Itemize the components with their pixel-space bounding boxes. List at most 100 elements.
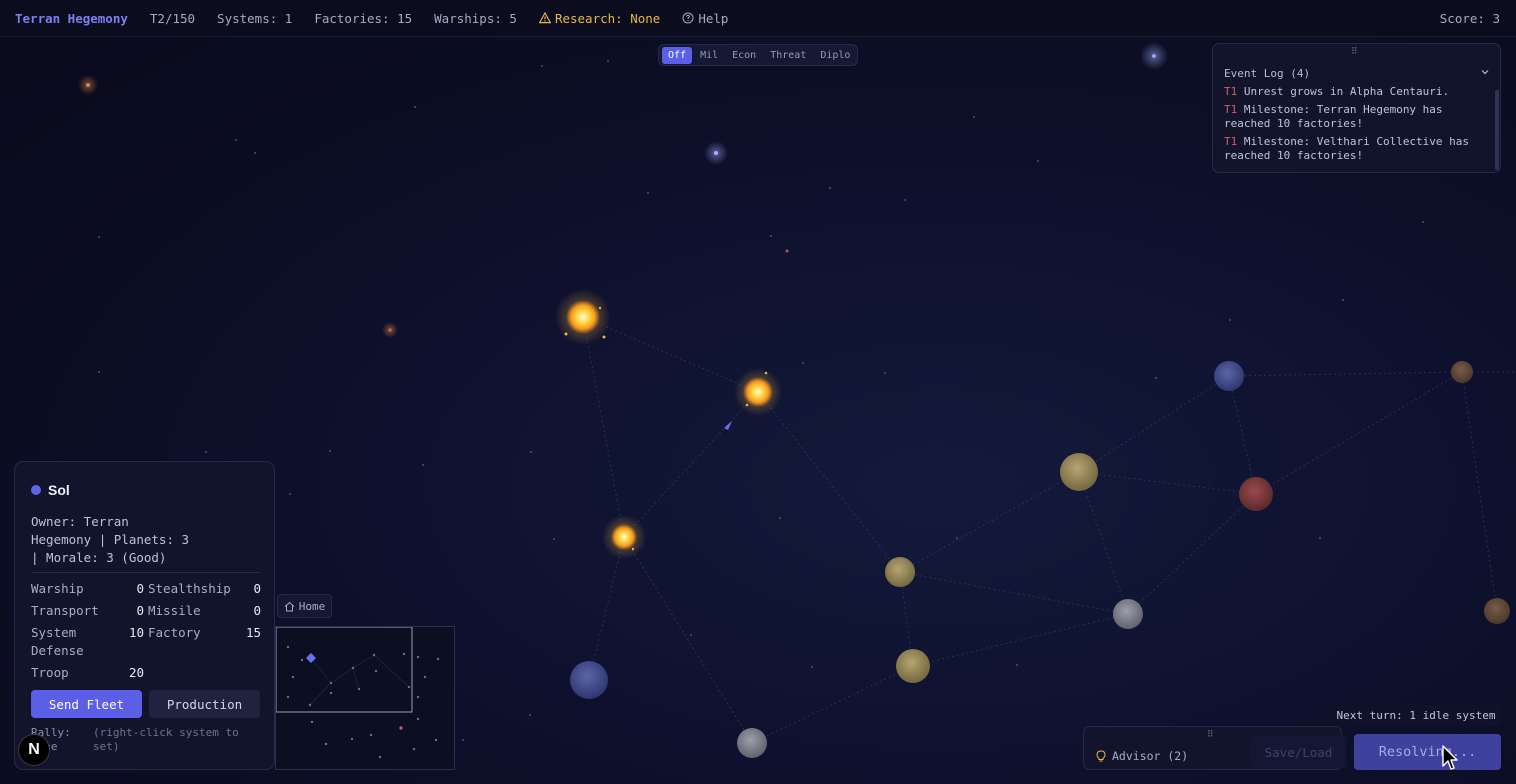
entry-text: Milestone: Terran Hegemony has reached 1… bbox=[1224, 103, 1443, 130]
star-system-red-1[interactable] bbox=[1239, 477, 1273, 511]
help-button[interactable]: Help bbox=[682, 11, 728, 26]
factories-count: Factories: 15 bbox=[314, 10, 413, 26]
star-system-brown-1[interactable] bbox=[1451, 361, 1473, 383]
drag-grip-icon[interactable]: ⠿ bbox=[1351, 47, 1358, 57]
minimap-home-marker bbox=[306, 653, 316, 663]
event-log-entries: T1 Unrest grows in Alpha Centauri. T1 Mi… bbox=[1224, 85, 1486, 167]
lightbulb-icon bbox=[1096, 750, 1106, 762]
send-fleet-button[interactable]: Send Fleet bbox=[31, 690, 142, 718]
stat-value: 0 bbox=[136, 581, 144, 596]
next-turn-status: Next turn: 1 idle system bbox=[1331, 705, 1501, 726]
hyperlanes bbox=[582, 316, 1516, 744]
stat-value: 0 bbox=[136, 603, 144, 618]
event-log-panel: ⠿ Event Log (4) T1 Unrest grows in Alpha… bbox=[1212, 43, 1501, 173]
help-label: Help bbox=[698, 10, 729, 26]
overlay-option-threat[interactable]: Threat bbox=[764, 47, 812, 64]
chevron-down-icon[interactable] bbox=[1480, 67, 1490, 77]
rally-point-info: Rally: None(right-click system to set) bbox=[31, 726, 243, 754]
stat-label: Stealthship bbox=[148, 581, 231, 596]
save-load-button[interactable]: Save/Load bbox=[1251, 736, 1346, 768]
stat-label: Troop bbox=[31, 665, 69, 680]
system-name: Sol bbox=[48, 482, 70, 498]
event-log-entry: T1 Milestone: Terran Hegemony has reache… bbox=[1224, 103, 1486, 131]
stat-missile: Missile 0 bbox=[148, 600, 261, 622]
star-system-blue-1[interactable] bbox=[570, 661, 608, 699]
stat-stealthship: Stealthship 0 bbox=[148, 578, 261, 600]
production-button[interactable]: Production bbox=[149, 690, 260, 718]
entry-turn: T1 bbox=[1224, 85, 1238, 98]
stat-value: 0 bbox=[253, 603, 261, 618]
fleet-marker[interactable] bbox=[724, 421, 732, 430]
overlay-option-econ[interactable]: Econ bbox=[726, 47, 762, 64]
overlay-option-mil[interactable]: Mil bbox=[694, 47, 724, 64]
research-label: Research: None bbox=[554, 10, 661, 26]
owner-color-dot bbox=[31, 485, 41, 495]
event-log-header[interactable]: Event Log (4) bbox=[1224, 67, 1490, 80]
event-log-entry: T1 Unrest grows in Alpha Centauri. bbox=[1224, 85, 1486, 99]
star-system-grey-1[interactable] bbox=[1113, 599, 1143, 629]
stat-value: 10 bbox=[128, 625, 144, 640]
event-log-entry: T1 Milestone: Velthari Collective has re… bbox=[1224, 135, 1486, 163]
star-system-gold-3[interactable] bbox=[896, 649, 930, 683]
stat-label: Missile bbox=[148, 603, 201, 618]
overlay-option-off[interactable]: Off bbox=[662, 46, 693, 64]
star-system-sol[interactable] bbox=[555, 289, 611, 345]
stat-warship: Warship 0 bbox=[31, 578, 144, 600]
star-system-blue-2[interactable] bbox=[1214, 361, 1244, 391]
minimap[interactable] bbox=[275, 626, 455, 770]
turn-counter: T2/150 bbox=[149, 10, 196, 26]
star-system-grey-2[interactable] bbox=[737, 728, 767, 758]
event-log-scrollbar[interactable] bbox=[1495, 90, 1499, 170]
system-stats: Warship 0 Stealthship 0 Transport 0 Missile… bbox=[31, 578, 261, 684]
stat-factory: Factory 15 bbox=[148, 622, 261, 662]
map-overlay-toggle: Off Mil Econ Threat Diplo bbox=[658, 44, 858, 66]
minimap-enemy-marker bbox=[399, 726, 403, 730]
home-label: Home bbox=[298, 599, 326, 613]
entry-text: Milestone: Velthari Collective has reach… bbox=[1224, 135, 1470, 162]
entry-turn: T1 bbox=[1224, 135, 1238, 148]
stat-value: 0 bbox=[253, 581, 261, 596]
warning-icon bbox=[538, 12, 551, 24]
dim-nebula-stars bbox=[78, 42, 1168, 338]
stat-troop: Troop 20 bbox=[31, 662, 144, 684]
end-turn-button[interactable]: Resolving... bbox=[1354, 734, 1501, 770]
minimap-canvas bbox=[275, 626, 440, 759]
event-log-title: Event Log (4) bbox=[1224, 67, 1311, 80]
stat-label: Transport bbox=[31, 603, 99, 618]
star-system-yellow-3[interactable] bbox=[602, 515, 646, 559]
help-circle-icon bbox=[682, 12, 694, 24]
systems-count: Systems: 1 bbox=[217, 10, 293, 26]
system-info-panel: Sol Owner: Terran Hegemony | Planets: 3 … bbox=[14, 461, 275, 770]
stat-value: 20 bbox=[128, 665, 144, 680]
empire-name: Terran Hegemony bbox=[15, 10, 128, 26]
star-system-gold-1[interactable] bbox=[1060, 453, 1098, 491]
rally-hint: (right-click system to set) bbox=[93, 726, 239, 753]
advisor-label: Advisor (2) bbox=[1112, 749, 1189, 763]
app-badge[interactable]: N bbox=[18, 734, 50, 766]
minimap-systems bbox=[286, 645, 440, 759]
score-display: Score: 3 bbox=[1439, 10, 1500, 26]
stat-transport: Transport 0 bbox=[31, 600, 144, 622]
top-bar: Terran Hegemony T2/150 Systems: 1 Factor… bbox=[0, 0, 1516, 37]
drag-grip-icon[interactable]: ⠿ bbox=[1207, 730, 1214, 740]
star-system-gold-2[interactable] bbox=[885, 557, 915, 587]
home-icon bbox=[284, 601, 295, 611]
stat-system-defense: System Defense 10 bbox=[31, 622, 144, 662]
stat-label: System Defense bbox=[31, 625, 84, 658]
cursor-icon bbox=[1442, 745, 1458, 770]
stat-value: 15 bbox=[245, 625, 261, 640]
minimap-viewport[interactable] bbox=[275, 626, 413, 713]
system-owner-info: Owner: Terran Hegemony | Planets: 3 | Mo… bbox=[31, 514, 190, 565]
stat-label: Warship bbox=[31, 581, 84, 596]
research-status[interactable]: Research: None bbox=[538, 10, 661, 26]
overlay-option-diplo[interactable]: Diplo bbox=[814, 47, 856, 64]
star-system-brown-2[interactable] bbox=[1484, 598, 1510, 624]
divider bbox=[31, 572, 260, 573]
star-system-yellow-2[interactable] bbox=[734, 368, 782, 416]
warships-count: Warships: 5 bbox=[434, 10, 517, 26]
stat-label: Factory bbox=[148, 625, 201, 640]
system-header: Sol bbox=[31, 482, 70, 498]
entry-turn: T1 bbox=[1224, 103, 1238, 116]
home-button[interactable]: Home bbox=[277, 594, 332, 618]
entry-text: Unrest grows in Alpha Centauri. bbox=[1237, 85, 1450, 98]
